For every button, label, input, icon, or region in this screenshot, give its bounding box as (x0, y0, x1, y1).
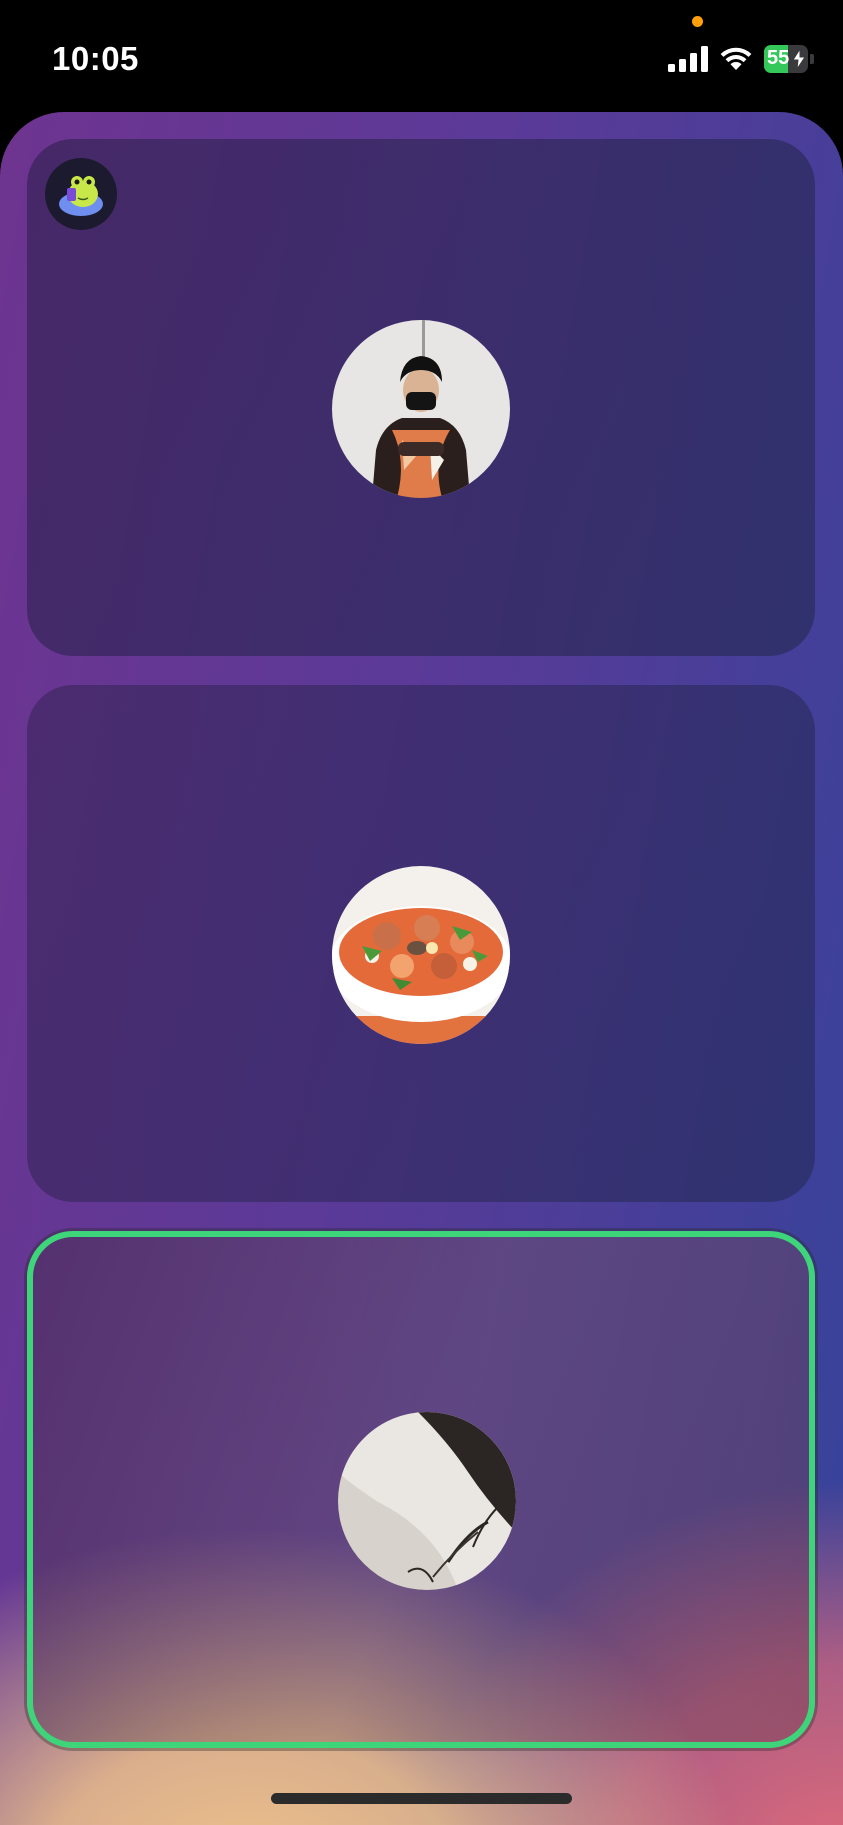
participant-avatar (338, 1412, 516, 1590)
frog-mascot-icon[interactable] (45, 158, 117, 230)
person-in-patterned-shirt-photo (332, 320, 510, 498)
battery-cap (810, 54, 814, 64)
close-up-hair-photo (338, 1412, 516, 1590)
active-speaker-tile[interactable] (27, 1231, 815, 1748)
battery-level-text: 55 (767, 47, 790, 69)
wifi-icon (720, 47, 752, 70)
participant-avatar (332, 320, 510, 498)
participant-tile[interactable] (27, 685, 815, 1202)
seafood-soup-bowl-photo (332, 866, 510, 1044)
call-screen: 10:05 55 (0, 0, 843, 1825)
battery-indicator: 55 (764, 45, 814, 73)
microphone-in-use-indicator (692, 16, 703, 27)
charging-bolt-icon (792, 49, 806, 69)
cellular-signal-icon (668, 46, 708, 72)
participant-avatar (332, 866, 510, 1044)
battery-body: 55 (764, 45, 808, 73)
clock-time: 10:05 (52, 40, 139, 77)
call-grid-background (0, 112, 843, 1825)
participant-tile[interactable] (27, 139, 815, 656)
status-bar: 10:05 55 (0, 0, 843, 112)
home-indicator[interactable] (271, 1793, 572, 1804)
